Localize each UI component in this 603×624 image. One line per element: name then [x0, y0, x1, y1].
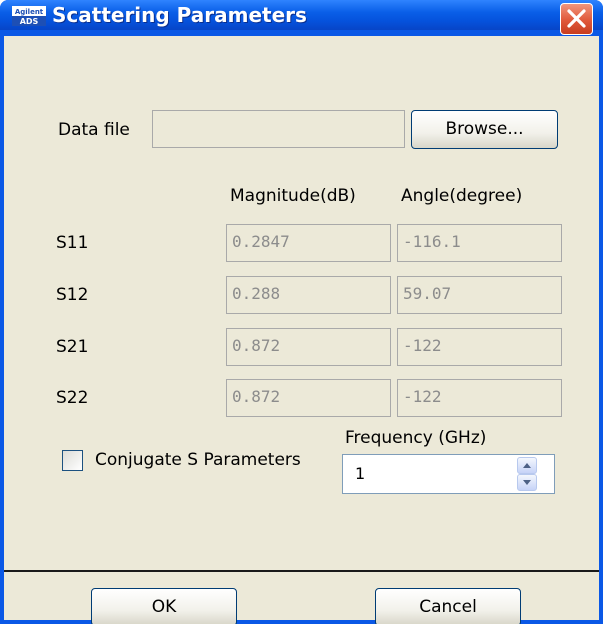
s12-label: S12 [56, 285, 89, 305]
frequency-value[interactable]: 1 [355, 464, 365, 483]
magnitude-column-header: Magnitude(dB) [230, 186, 356, 206]
data-file-label: Data file [58, 120, 130, 140]
data-file-field[interactable] [152, 110, 405, 148]
dialog-window: Agilent ADS Scattering Parameters Data f… [0, 0, 603, 624]
frequency-decrement-button[interactable] [517, 474, 537, 491]
s21-magnitude-field[interactable]: 0.872 [226, 328, 391, 366]
cancel-button[interactable]: Cancel [375, 588, 521, 624]
chevron-down-icon [523, 480, 531, 485]
separator-line [4, 570, 599, 572]
title-bar[interactable]: Agilent ADS Scattering Parameters [0, 0, 603, 35]
window-title: Scattering Parameters [52, 3, 307, 27]
browse-button[interactable]: Browse... [411, 110, 558, 149]
angle-column-header: Angle(degree) [401, 186, 523, 206]
chevron-up-icon [523, 463, 531, 468]
logo-text-top: Agilent [15, 8, 44, 16]
close-icon [567, 9, 586, 28]
s22-label: S22 [56, 388, 89, 408]
conjugate-label[interactable]: Conjugate S Parameters [95, 450, 301, 470]
frequency-spinner[interactable]: 1 [342, 454, 555, 494]
s11-magnitude-field[interactable]: 0.2847 [226, 224, 391, 262]
s12-angle-field[interactable]: 59.07 [397, 276, 562, 314]
agilent-ads-logo-icon: Agilent ADS [12, 6, 46, 26]
s21-label: S21 [56, 337, 89, 357]
s22-angle-field[interactable]: -122 [397, 379, 562, 417]
ok-button[interactable]: OK [91, 588, 237, 624]
s11-angle-field[interactable]: -116.1 [397, 224, 562, 262]
conjugate-checkbox[interactable] [62, 450, 83, 471]
frequency-label: Frequency (GHz) [345, 428, 487, 448]
s12-magnitude-field[interactable]: 0.288 [226, 276, 391, 314]
dialog-content: Data file Browse... Magnitude(dB) Angle(… [4, 36, 599, 624]
s22-magnitude-field[interactable]: 0.872 [226, 379, 391, 417]
s21-angle-field[interactable]: -122 [397, 328, 562, 366]
logo-text-bottom: ADS [20, 17, 39, 26]
s11-label: S11 [56, 233, 89, 253]
close-button[interactable] [560, 3, 593, 35]
frequency-increment-button[interactable] [517, 457, 537, 474]
